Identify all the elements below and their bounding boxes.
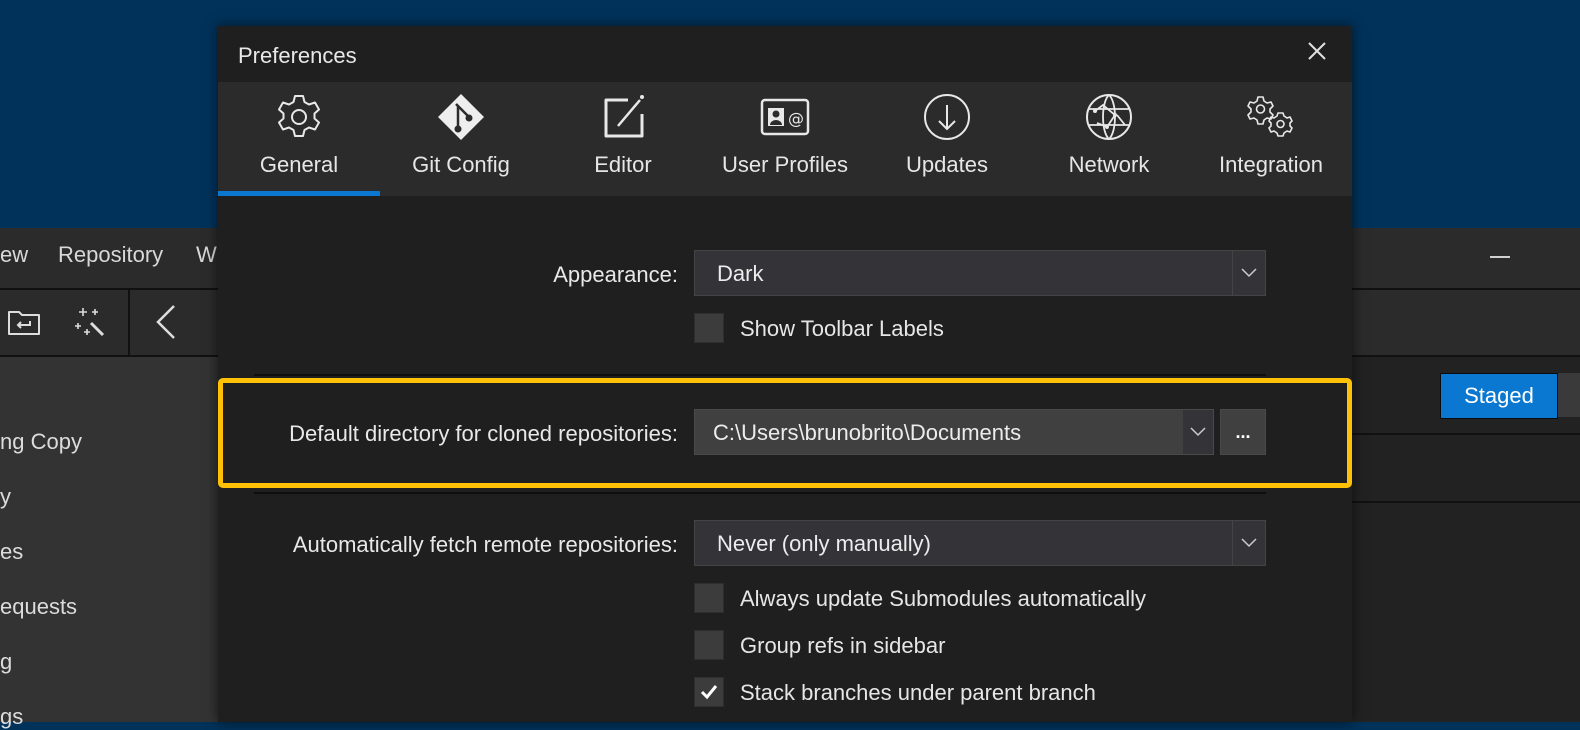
appearance-label: Appearance: <box>553 262 678 287</box>
tab-label: Editor <box>594 152 652 177</box>
unstaged-button[interactable] <box>1558 373 1580 417</box>
auto-fetch-select[interactable]: Never (only manually) <box>694 520 1266 566</box>
tab-editor[interactable]: Editor <box>542 82 704 196</box>
close-button[interactable] <box>1304 38 1330 64</box>
close-icon <box>1308 42 1326 60</box>
globe-icon <box>1028 92 1190 142</box>
staging-panel: Staged <box>1352 357 1580 722</box>
download-circle-icon <box>866 92 1028 142</box>
tab-label: Git Config <box>412 152 510 177</box>
gears-icon <box>1190 92 1352 142</box>
tab-updates[interactable]: Updates <box>866 82 1028 196</box>
sidebar-item-tags[interactable]: gs <box>0 704 23 730</box>
edit-icon <box>542 92 704 142</box>
menu-repository[interactable]: Repository <box>58 242 163 268</box>
stack-branches-checkbox[interactable] <box>694 677 724 707</box>
section-divider <box>254 492 1266 494</box>
chevron-down-icon <box>1232 521 1265 565</box>
group-refs-checkbox[interactable] <box>694 630 724 660</box>
chevron-down-icon[interactable] <box>1183 410 1213 454</box>
sidebar-item-working-copy[interactable]: ng Copy <box>0 429 82 455</box>
section-divider <box>254 374 1266 376</box>
preferences-dialog: Preferences General Git Config Editor @ <box>218 26 1352 722</box>
appearance-select[interactable]: Dark <box>694 250 1266 296</box>
gear-icon <box>218 92 380 142</box>
auto-fetch-label: Automatically fetch remote repositories: <box>292 532 678 557</box>
tab-general[interactable]: General <box>218 82 380 196</box>
chevron-down-icon <box>1232 251 1265 295</box>
stack-branches-label: Stack branches under parent branch <box>740 680 1096 705</box>
tab-label: General <box>259 152 339 177</box>
minimize-button[interactable] <box>1490 256 1510 258</box>
preferences-tabs: General Git Config Editor @ User Profile… <box>218 82 1352 196</box>
checkmark-icon <box>700 685 718 700</box>
menu-window[interactable]: W <box>196 242 217 268</box>
tab-integration[interactable]: Integration <box>1190 82 1352 196</box>
sidebar-item-branches[interactable]: es <box>0 539 23 565</box>
toolbar-separator <box>128 290 130 355</box>
git-icon <box>380 92 542 142</box>
update-submodules-label: Always update Submodules automatically <box>740 586 1147 611</box>
tab-label: Updates <box>906 152 988 177</box>
group-refs-label: Group refs in sidebar <box>740 633 946 658</box>
chevron-left-icon[interactable] <box>148 304 184 340</box>
browse-button[interactable]: ... <box>1220 409 1266 455</box>
staged-button[interactable]: Staged <box>1440 373 1558 419</box>
appearance-value: Dark <box>717 261 764 286</box>
sidebar-item-stashing[interactable]: g <box>0 649 12 675</box>
magic-wand-icon[interactable] <box>72 304 108 340</box>
default-directory-value: C:\Users\brunobrito\Documents <box>713 420 1022 445</box>
update-submodules-checkbox[interactable] <box>694 583 724 613</box>
dialog-title: Preferences <box>238 43 357 68</box>
sidebar-item-pull-requests[interactable]: equests <box>0 594 77 620</box>
show-toolbar-labels-label: Show Toolbar Labels <box>740 316 944 341</box>
tab-label: Network <box>1068 152 1150 177</box>
show-toolbar-labels-checkbox[interactable] <box>694 313 724 343</box>
tab-label: User Profiles <box>722 152 848 177</box>
sidebar-item-history[interactable]: y <box>0 484 11 510</box>
default-directory-input[interactable]: C:\Users\brunobrito\Documents <box>694 409 1214 455</box>
folder-return-icon[interactable] <box>6 304 42 340</box>
contact-card-icon: @ <box>704 92 866 142</box>
staging-header: Staged <box>1352 357 1580 435</box>
staging-row <box>1352 435 1580 503</box>
auto-fetch-value: Never (only manually) <box>717 531 931 556</box>
tab-git-config[interactable]: Git Config <box>380 82 542 196</box>
svg-text:@: @ <box>788 109 804 128</box>
sidebar: ng Copy y es equests g gs <box>0 357 218 729</box>
default-directory-label: Default directory for cloned repositorie… <box>289 421 678 446</box>
menu-view[interactable]: ew <box>0 242 28 268</box>
tab-label: Integration <box>1219 152 1323 177</box>
tab-user-profiles[interactable]: @ User Profiles <box>704 82 866 196</box>
tab-network[interactable]: Network <box>1028 82 1190 196</box>
